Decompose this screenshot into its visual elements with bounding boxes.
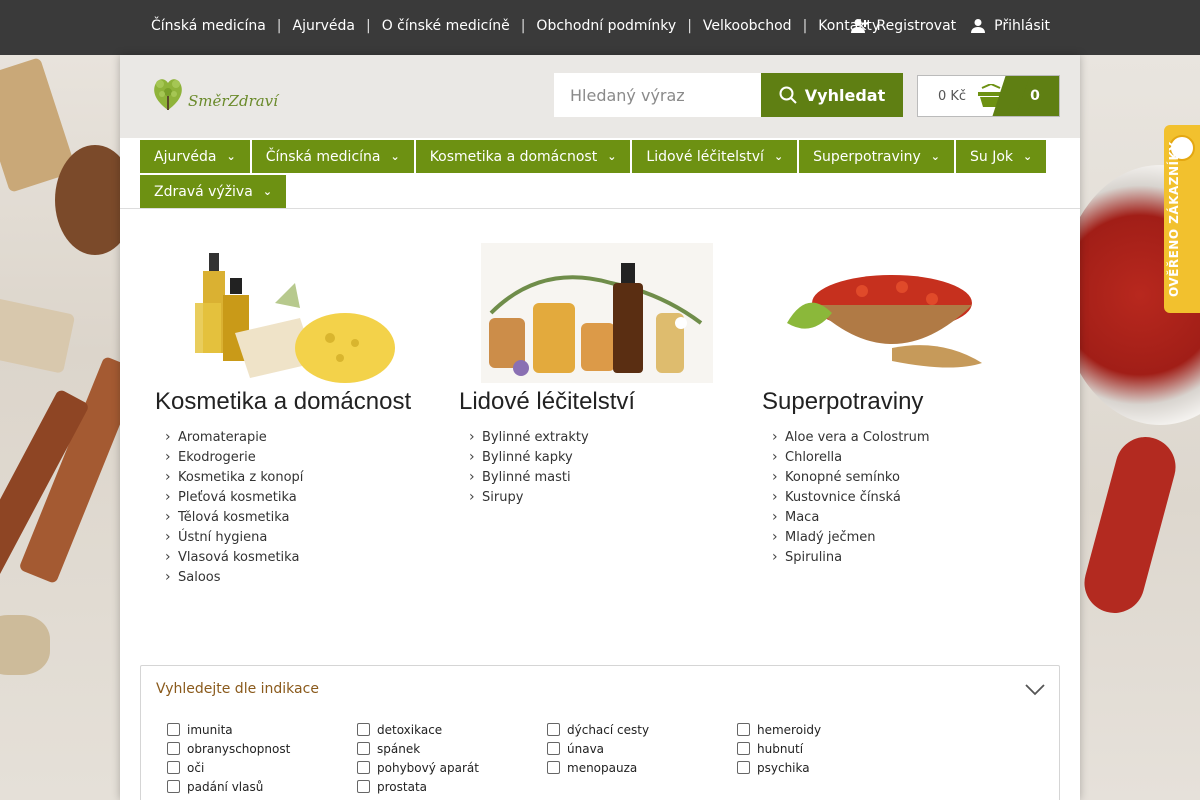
login-label: Přihlásit [994,18,1050,34]
category-superpotraviny[interactable]: Superpotraviny ⌄ [799,140,954,173]
search-button-label: Vyhledat [804,85,886,105]
section-list: Aloe vera a Colostrum Chlorella Konopné … [762,427,1032,568]
main-container: SměrZdraví Vyhledat 0 Kč 0 Ajurvéda⌄ Čín… [120,55,1080,800]
user-icon [971,19,986,33]
top-link-velkoobchod[interactable]: Velkoobchod [703,18,792,34]
checkbox-menopauza[interactable]: menopauza [547,760,737,775]
indication-checkboxes: imunita detoxikace dýchací cesty hemeroi… [167,722,927,794]
checkbox-spanek[interactable]: spánek [357,741,547,756]
checkbox-imunita[interactable]: imunita [167,722,357,737]
top-link-obchodni-podminky[interactable]: Obchodní podmínky [536,18,676,34]
chevron-down-icon: ⌄ [390,150,400,163]
category-zdrava-vyziva[interactable]: Zdravá výživa ⌄ [140,175,287,208]
superpotraviny-image[interactable] [772,243,1004,383]
badge-text: OVĚŘENO ZÁKAZNÍKY [1167,141,1181,298]
checkbox-unava[interactable]: únava [547,741,737,756]
category-lidove-lecitelstvi[interactable]: Lidové léčitelství ⌄ [632,140,798,173]
list-item[interactable]: Spirulina [762,547,1032,568]
list-item[interactable]: Bylinné extrakty [459,427,729,448]
section-superpotraviny: Superpotraviny Aloe vera a Colostrum Chl… [762,243,1032,568]
cart-price: 0 Kč [938,88,967,104]
kosmetika-image[interactable] [175,243,407,383]
background-left [0,55,120,800]
category-cinska-medicina[interactable]: Čínská medicína ⌄ [251,140,414,173]
top-link-ajurveda[interactable]: Ajurvéda [293,18,355,34]
cart[interactable]: 0 Kč 0 [917,75,1060,117]
chevron-down-icon[interactable] [1025,684,1045,696]
checkbox-psychika[interactable]: psychika [737,760,927,775]
chevron-down-icon: ⌄ [1023,150,1033,163]
category-kosmetika[interactable]: Kosmetika a domácnost ⌄ [415,140,631,173]
chevron-down-icon: ⌄ [226,150,236,163]
section-kosmetika: Kosmetika a domácnost Aromaterapie Ekodr… [155,243,425,588]
top-bar: Čínská medicína | Ajurvéda | O čínské me… [0,0,1200,55]
list-item[interactable]: Tělová kosmetika [155,507,425,528]
section-list: Aromaterapie Ekodrogerie Kosmetika z kon… [155,427,425,588]
list-item[interactable]: Kustovnice čínská [762,487,1032,508]
indication-title: Vyhledejte dle indikace [156,681,319,697]
list-item[interactable]: Sirupy [459,487,729,508]
list-item[interactable]: Bylinné masti [459,467,729,488]
checkbox-detoxikace[interactable]: detoxikace [357,722,547,737]
chevron-down-icon: ⌄ [930,150,940,163]
search-input[interactable] [554,73,761,117]
chevron-down-icon: ⌄ [607,150,617,163]
checkbox-obranyschopnost[interactable]: obranyschopnost [167,741,357,756]
search-button[interactable]: Vyhledat [761,73,903,117]
indication-panel: Vyhledejte dle indikace imunita detoxika… [140,665,1060,800]
category-ajurveda[interactable]: Ajurvéda ⌄ [140,140,250,173]
list-item[interactable]: Konopné semínko [762,467,1032,488]
section-title[interactable]: Kosmetika a domácnost [155,388,425,416]
chevron-down-icon: ⌄ [262,185,273,198]
category-su-jok[interactable]: Su Jok ⌄ [956,140,1047,173]
category-nav: Ajurvéda ⌄ Čínská medicína ⌄ Kosmetika a d… [140,140,1060,208]
list-item[interactable]: Chlorella [762,447,1032,468]
top-link-o-cinske-medicine[interactable]: O čínské medicíně [382,18,510,34]
list-item[interactable]: Maca [762,507,1032,528]
checkbox-padani-vlasu[interactable]: padání vlasů [167,779,357,794]
top-link-cinska-medicina[interactable]: Čínská medicína [151,18,266,34]
tree-heart-icon [154,79,182,110]
checkbox-pohybovy-aparat[interactable]: pohybový aparát [357,760,547,775]
list-item[interactable]: Vlasová kosmetika [155,547,425,568]
user-add-icon [850,19,868,33]
list-item[interactable]: Saloos [155,567,425,588]
cart-count: 0 [1011,76,1059,116]
search-form: Vyhledat [554,73,903,117]
divider [120,208,1080,209]
checkbox-prostata[interactable]: prostata [357,779,547,794]
list-item[interactable]: Ústní hygiena [155,527,425,548]
list-item[interactable]: Pleťová kosmetika [155,487,425,508]
list-item[interactable]: Ekodrogerie [155,447,425,468]
list-item[interactable]: Kosmetika z konopí [155,467,425,488]
register-link[interactable]: Registrovat [850,18,957,34]
list-item[interactable]: Aromaterapie [155,427,425,448]
logo-text: SměrZdraví [188,92,278,110]
top-nav: Čínská medicína | Ajurvéda | O čínské me… [151,18,881,34]
account-links: Registrovat Přihlásit [850,18,1050,34]
lidove-image[interactable] [481,243,713,383]
list-item[interactable]: Bylinné kapky [459,447,729,468]
list-item[interactable]: Mladý ječmen [762,527,1032,548]
login-link[interactable]: Přihlásit [970,18,1050,34]
register-label: Registrovat [876,18,957,34]
list-item[interactable]: Aloe vera a Colostrum [762,427,1032,448]
checkbox-hemeroidy[interactable]: hemeroidy [737,722,927,737]
checkbox-hubnuti[interactable]: hubnutí [737,741,927,756]
search-icon [779,86,797,104]
verified-badge[interactable]: OVĚŘENO ZÁKAZNÍKY [1164,125,1200,313]
section-lidove-lecitelstvi: Lidové léčitelství Bylinné extrakty Byli… [459,243,729,508]
logo[interactable]: SměrZdraví [150,72,278,114]
checkbox-oci[interactable]: oči [167,760,357,775]
section-title[interactable]: Lidové léčitelství [459,388,729,416]
section-title[interactable]: Superpotraviny [762,388,1032,416]
chevron-down-icon: ⌄ [773,150,784,163]
section-list: Bylinné extrakty Bylinné kapky Bylinné m… [459,427,729,508]
header: SměrZdraví Vyhledat 0 Kč 0 [120,55,1080,138]
checkbox-dychaci-cesty[interactable]: dýchací cesty [547,722,737,737]
